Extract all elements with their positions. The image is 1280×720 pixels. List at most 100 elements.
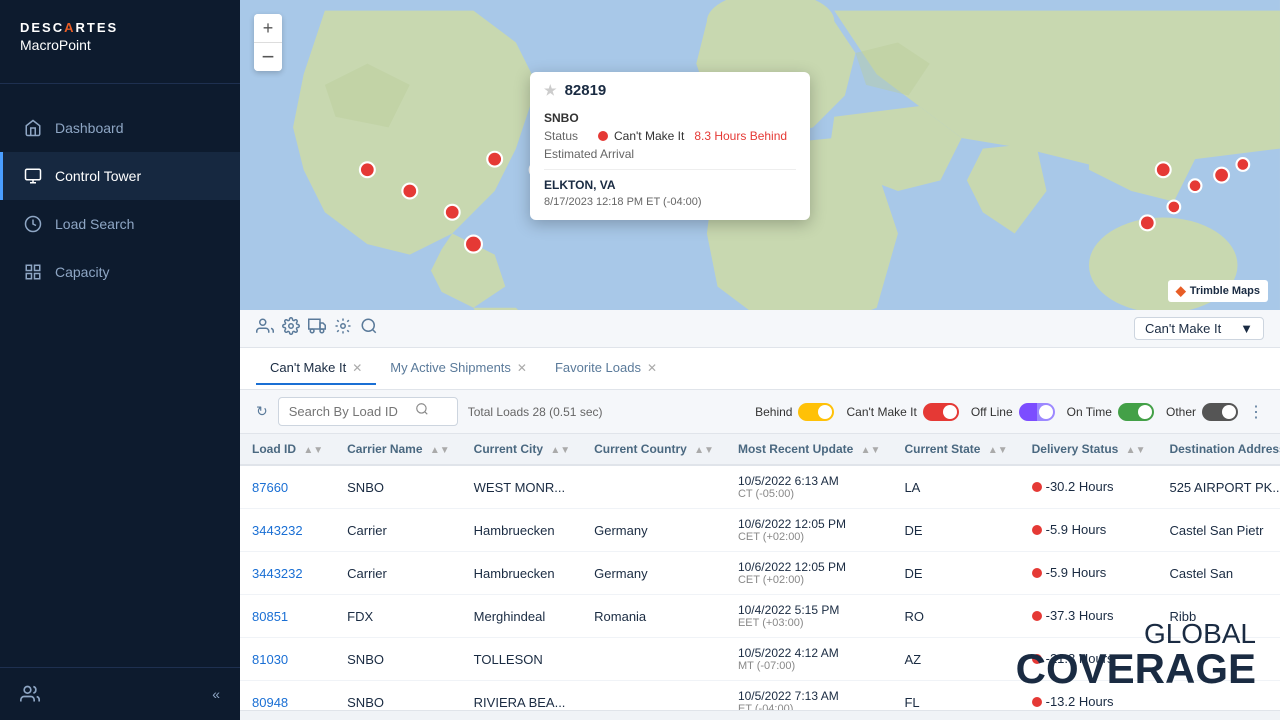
table-container: Load ID ▲▼ Carrier Name ▲▼ Current City … xyxy=(240,434,1280,710)
refresh-button[interactable]: ↻ xyxy=(256,403,268,420)
tab-close-cant-make-it[interactable]: ✕ xyxy=(352,361,362,375)
history-icon xyxy=(23,214,43,234)
table-row: 3443232 Carrier Hambruecken Germany 10/6… xyxy=(240,509,1280,552)
star-icon[interactable]: ★ xyxy=(544,82,557,99)
trimble-label: Trimble Maps xyxy=(1190,285,1260,297)
truck-icon[interactable] xyxy=(308,317,326,340)
search-input-wrap xyxy=(278,397,458,426)
cell-update: 10/4/2022 5:15 PM EET (+03:00) xyxy=(726,595,893,638)
col-carrier-name[interactable]: Carrier Name ▲▼ xyxy=(335,434,462,465)
collapse-button[interactable]: « xyxy=(212,686,220,702)
table-row: 81030 SNBO TOLLESON 10/5/2022 4:12 AM MT… xyxy=(240,638,1280,681)
table-header-row: Load ID ▲▼ Carrier Name ▲▼ Current City … xyxy=(240,434,1280,465)
users-icon[interactable] xyxy=(256,317,274,340)
map-popup: ★ 82819 SNBO Status Can't Make It 8.3 Ho… xyxy=(530,72,810,220)
behind-toggle[interactable] xyxy=(798,403,834,421)
tab-close-active-shipments[interactable]: ✕ xyxy=(517,361,527,375)
main-content: ★ 82819 SNBO Status Can't Make It 8.3 Ho… xyxy=(240,0,1280,720)
sidebar-item-dashboard[interactable]: Dashboard xyxy=(0,104,240,152)
search-icon[interactable] xyxy=(415,402,429,421)
search-input[interactable] xyxy=(289,404,409,419)
popup-location: ELKTON, VA xyxy=(544,178,616,192)
on-time-toggle[interactable] xyxy=(1118,403,1154,421)
filter-dropdown[interactable]: Can't Make It ▼ xyxy=(1134,317,1264,340)
settings-icon[interactable] xyxy=(282,317,300,340)
tab-favorite-loads[interactable]: Favorite Loads ✕ xyxy=(541,352,671,385)
more-options-button[interactable]: ⋮ xyxy=(1248,402,1264,422)
horizontal-scrollbar[interactable] xyxy=(240,710,1280,720)
cell-load-id: 80948 xyxy=(240,681,335,711)
cell-delivery-status: -21.8 Hours xyxy=(1020,638,1158,681)
sort-icon: ▲▼ xyxy=(861,445,881,456)
status-indicator xyxy=(598,131,608,141)
tab-active-shipments[interactable]: My Active Shipments ✕ xyxy=(376,352,541,385)
load-id-link[interactable]: 3443232 xyxy=(252,566,303,581)
cell-carrier: Carrier xyxy=(335,509,462,552)
load-id-link[interactable]: 80851 xyxy=(252,609,288,624)
cell-state: DE xyxy=(892,552,1019,595)
col-current-country[interactable]: Current Country ▲▼ xyxy=(582,434,726,465)
cell-carrier: SNBO xyxy=(335,638,462,681)
col-current-state[interactable]: Current State ▲▼ xyxy=(892,434,1019,465)
popup-carrier: SNBO xyxy=(544,111,579,125)
cell-country xyxy=(582,465,726,509)
sort-icon: ▲▼ xyxy=(1126,445,1146,456)
cell-state: LA xyxy=(892,465,1019,509)
sidebar-item-load-search[interactable]: Load Search xyxy=(0,200,240,248)
cell-load-id: 3443232 xyxy=(240,552,335,595)
cell-update: 10/5/2022 4:12 AM MT (-07:00) xyxy=(726,638,893,681)
cant-make-it-toggle[interactable] xyxy=(923,403,959,421)
sidebar-item-control-tower[interactable]: Control Tower xyxy=(0,152,240,200)
load-id-link[interactable]: 87660 xyxy=(252,480,288,495)
map-zoom-controls: + − xyxy=(254,14,282,71)
col-destination-address[interactable]: Destination Address ▲▼ xyxy=(1157,434,1280,465)
cell-update: 10/5/2022 7:13 AM ET (-04:00) xyxy=(726,681,893,711)
filter-toggles: Behind Can't Make It Off Line On Time Ot… xyxy=(755,403,1238,421)
home-icon xyxy=(23,118,43,138)
col-most-recent-update[interactable]: Most Recent Update ▲▼ xyxy=(726,434,893,465)
table-row: 87660 SNBO WEST MONR... 10/5/2022 6:13 A… xyxy=(240,465,1280,509)
popup-time-row: 8/17/2023 12:18 PM ET (-04:00) xyxy=(544,194,796,210)
load-id-link[interactable]: 81030 xyxy=(252,652,288,667)
popup-arrival-row: Estimated Arrival xyxy=(544,145,796,163)
load-id-link[interactable]: 3443232 xyxy=(252,523,303,538)
cell-city: Hambruecken xyxy=(462,552,582,595)
cell-city: Merghindeal xyxy=(462,595,582,638)
sidebar-item-capacity[interactable]: Capacity xyxy=(0,248,240,296)
cell-city: Hambruecken xyxy=(462,509,582,552)
behind-label: Behind xyxy=(755,405,792,419)
product-name: MacroPoint xyxy=(20,37,220,53)
cell-destination: Ribb xyxy=(1157,595,1280,638)
status-detail: 8.3 Hours Behind xyxy=(694,129,787,143)
chevron-down-icon: ▼ xyxy=(1240,321,1253,336)
other-toggle[interactable] xyxy=(1202,403,1238,421)
popup-header: ★ 82819 xyxy=(530,72,810,105)
load-id-link[interactable]: 80948 xyxy=(252,695,288,710)
cell-state: RO xyxy=(892,595,1019,638)
zoom-in-button[interactable]: + xyxy=(254,14,282,42)
cell-delivery-status: -30.2 Hours xyxy=(1020,465,1158,509)
cell-country xyxy=(582,681,726,711)
user-icon[interactable] xyxy=(20,684,40,704)
sidebar-nav: Dashboard Control Tower Load Search xyxy=(0,84,240,667)
col-current-city[interactable]: Current City ▲▼ xyxy=(462,434,582,465)
map-area[interactable]: ★ 82819 SNBO Status Can't Make It 8.3 Ho… xyxy=(240,0,1280,310)
popup-body: SNBO Status Can't Make It 8.3 Hours Behi… xyxy=(530,105,810,220)
grid-icon xyxy=(23,262,43,282)
sort-icon: ▲▼ xyxy=(430,445,450,456)
tab-label: Can't Make It xyxy=(270,360,346,375)
table-row: 80851 FDX Merghindeal Romania 10/4/2022 … xyxy=(240,595,1280,638)
cell-load-id: 87660 xyxy=(240,465,335,509)
shipments-table: Load ID ▲▼ Carrier Name ▲▼ Current City … xyxy=(240,434,1280,710)
search-map-icon[interactable] xyxy=(360,317,378,340)
cell-destination xyxy=(1157,638,1280,681)
col-delivery-status[interactable]: Delivery Status ▲▼ xyxy=(1020,434,1158,465)
cell-update: 10/6/2022 12:05 PM CET (+02:00) xyxy=(726,509,893,552)
off-line-label: Off Line xyxy=(971,405,1013,419)
col-load-id[interactable]: Load ID ▲▼ xyxy=(240,434,335,465)
gear-icon[interactable] xyxy=(334,317,352,340)
tab-close-favorite-loads[interactable]: ✕ xyxy=(647,361,657,375)
tab-cant-make-it[interactable]: Can't Make It ✕ xyxy=(256,352,376,385)
zoom-out-button[interactable]: − xyxy=(254,43,282,71)
off-line-toggle[interactable] xyxy=(1019,403,1055,421)
